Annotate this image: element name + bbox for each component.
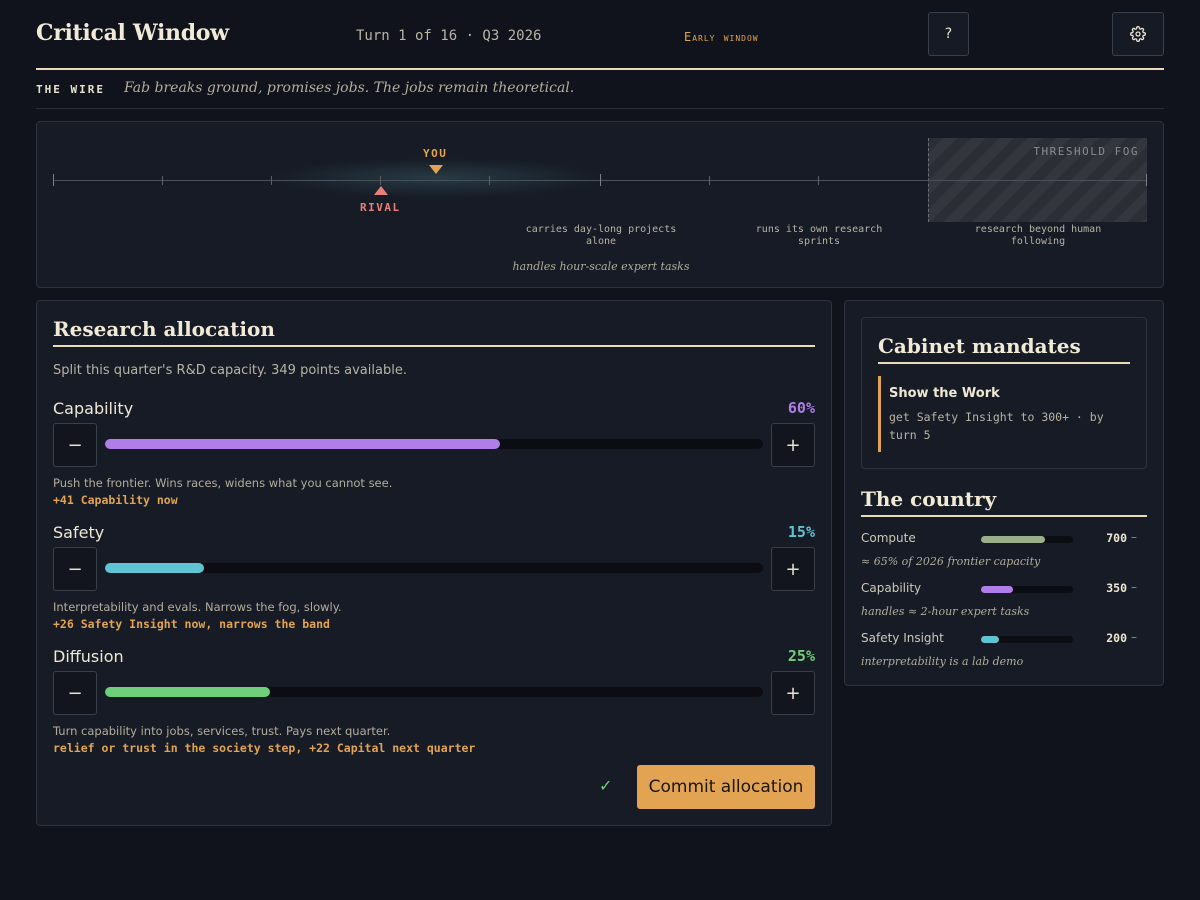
slider-effect: +41 Capability now: [53, 493, 178, 507]
diffusion-increase-button[interactable]: +: [771, 671, 815, 715]
stat-bar-fill: [981, 536, 1046, 543]
side-panel: Cabinet mandates Show the Work get Safet…: [844, 300, 1164, 686]
diffusion-decrease-button[interactable]: −: [53, 671, 97, 715]
stat-trend: –: [1131, 630, 1137, 644]
track-tick: [489, 176, 490, 185]
mandate-description: get Safety Insight to 300+ · by turn 5: [889, 410, 1104, 442]
stat-name: Compute: [861, 531, 916, 545]
current-level-note: handles hour-scale expert tasks: [512, 260, 690, 273]
stat-note: handles ≈ 2-hour expert tasks: [861, 605, 1030, 618]
slider-percent: 60%: [787, 399, 815, 417]
safety-increase-button[interactable]: +: [771, 547, 815, 591]
stat-value: 200: [1106, 631, 1127, 645]
allocation-title: Research allocation: [53, 317, 815, 347]
track-tick: [600, 174, 601, 186]
slider-name: Diffusion: [53, 647, 124, 666]
turn-indicator: Turn 1 of 16 · Q3 2026: [356, 28, 542, 44]
stat-bar: [981, 586, 1073, 593]
milestone-label: research beyond human following: [974, 224, 1102, 247]
diffusion-bar[interactable]: [105, 687, 763, 697]
safety-slider: Safety 15% − + Interpretability and eval…: [53, 523, 815, 647]
capability-increase-button[interactable]: +: [771, 423, 815, 467]
mandates-title: Cabinet mandates: [878, 334, 1130, 364]
research-allocation-panel: Research allocation Split this quarter's…: [36, 300, 832, 826]
track-tick: [271, 176, 272, 185]
slider-description: Push the frontier. Wins races, widens wh…: [53, 476, 393, 490]
allocation-subtitle: Split this quarter's R&D capacity. 349 p…: [53, 363, 407, 378]
wire-tag: THE WIRE: [36, 83, 105, 96]
capability-track: THRESHOLD FOG YOU RIVAL carries day-long…: [36, 121, 1164, 288]
settings-button[interactable]: [1112, 12, 1164, 56]
stat-trend: –: [1131, 530, 1137, 544]
capability-bar[interactable]: [105, 439, 763, 449]
slider-effect: relief or trust in the society step, +22…: [53, 741, 476, 755]
slider-percent: 25%: [787, 647, 815, 665]
track-tick: [709, 176, 710, 185]
commit-allocation-button[interactable]: Commit allocation: [637, 765, 815, 809]
slider-name: Safety: [53, 523, 105, 542]
news-wire: THE WIRE Fab breaks ground, promises job…: [36, 72, 1164, 109]
stat-trend: –: [1131, 580, 1137, 594]
diffusion-bar-fill: [105, 687, 270, 697]
milestone-label: runs its own research sprints: [755, 224, 883, 247]
mandate-name: Show the Work: [889, 386, 1000, 401]
wire-headline: Fab breaks ground, promises jobs. The jo…: [124, 80, 575, 96]
stat-bar: [981, 536, 1073, 543]
slider-description: Interpretability and evals. Narrows the …: [53, 600, 342, 614]
capability-slider: Capability 60% − + Push the frontier. Wi…: [53, 399, 815, 523]
stat-name: Safety Insight: [861, 631, 944, 645]
uncertainty-band: [267, 158, 607, 198]
check-icon: ✓: [599, 776, 613, 795]
slider-percent: 15%: [787, 523, 815, 541]
rival-marker-label: RIVAL: [360, 201, 401, 214]
capability-decrease-button[interactable]: −: [53, 423, 97, 467]
gear-icon: [1130, 26, 1146, 42]
stat-note: ≈ 65% of 2026 frontier capacity: [861, 555, 1041, 568]
slider-effect: +26 Safety Insight now, narrows the band: [53, 617, 330, 631]
capability-bar-fill: [105, 439, 500, 449]
mandate-item: Show the Work get Safety Insight to 300+…: [878, 376, 1130, 452]
stat-capability: Capability 350 – handles ≈ 2-hour expert…: [861, 580, 1147, 631]
stat-name: Capability: [861, 581, 922, 595]
safety-bar-fill: [105, 563, 204, 573]
safety-bar[interactable]: [105, 563, 763, 573]
stat-value: 350: [1106, 581, 1127, 595]
fog-label: THRESHOLD FOG: [1033, 145, 1139, 158]
diffusion-slider: Diffusion 25% − + Turn capability into j…: [53, 647, 815, 771]
top-bar: Critical Window Turn 1 of 16 · Q3 2026 E…: [36, 0, 1164, 70]
slider-name: Capability: [53, 399, 134, 418]
you-marker-label: YOU: [423, 147, 448, 160]
cabinet-mandates-card: Cabinet mandates Show the Work get Safet…: [861, 317, 1147, 469]
stat-compute: Compute 700 – ≈ 65% of 2026 frontier cap…: [861, 530, 1147, 581]
track-tick: [162, 176, 163, 185]
stat-bar-fill: [981, 636, 1000, 643]
track-tick: [380, 176, 381, 185]
track-tick: [1146, 174, 1147, 186]
game-title: Critical Window: [36, 20, 229, 46]
country-title: The country: [861, 487, 1147, 517]
rival-marker-icon: [374, 186, 388, 195]
help-button[interactable]: ?: [928, 12, 969, 56]
phase-label: Early window: [684, 30, 759, 44]
slider-description: Turn capability into jobs, services, tru…: [53, 724, 391, 738]
track-tick: [53, 174, 54, 186]
milestone-label: carries day-long projects alone: [525, 224, 677, 247]
stat-value: 700: [1106, 531, 1127, 545]
stat-note: interpretability is a lab demo: [861, 655, 1024, 668]
track-tick: [818, 176, 819, 185]
stat-safety-insight: Safety Insight 200 – interpretability is…: [861, 630, 1147, 681]
you-marker-icon: [429, 165, 443, 174]
stat-bar: [981, 636, 1073, 643]
stat-bar-fill: [981, 586, 1014, 593]
safety-decrease-button[interactable]: −: [53, 547, 97, 591]
